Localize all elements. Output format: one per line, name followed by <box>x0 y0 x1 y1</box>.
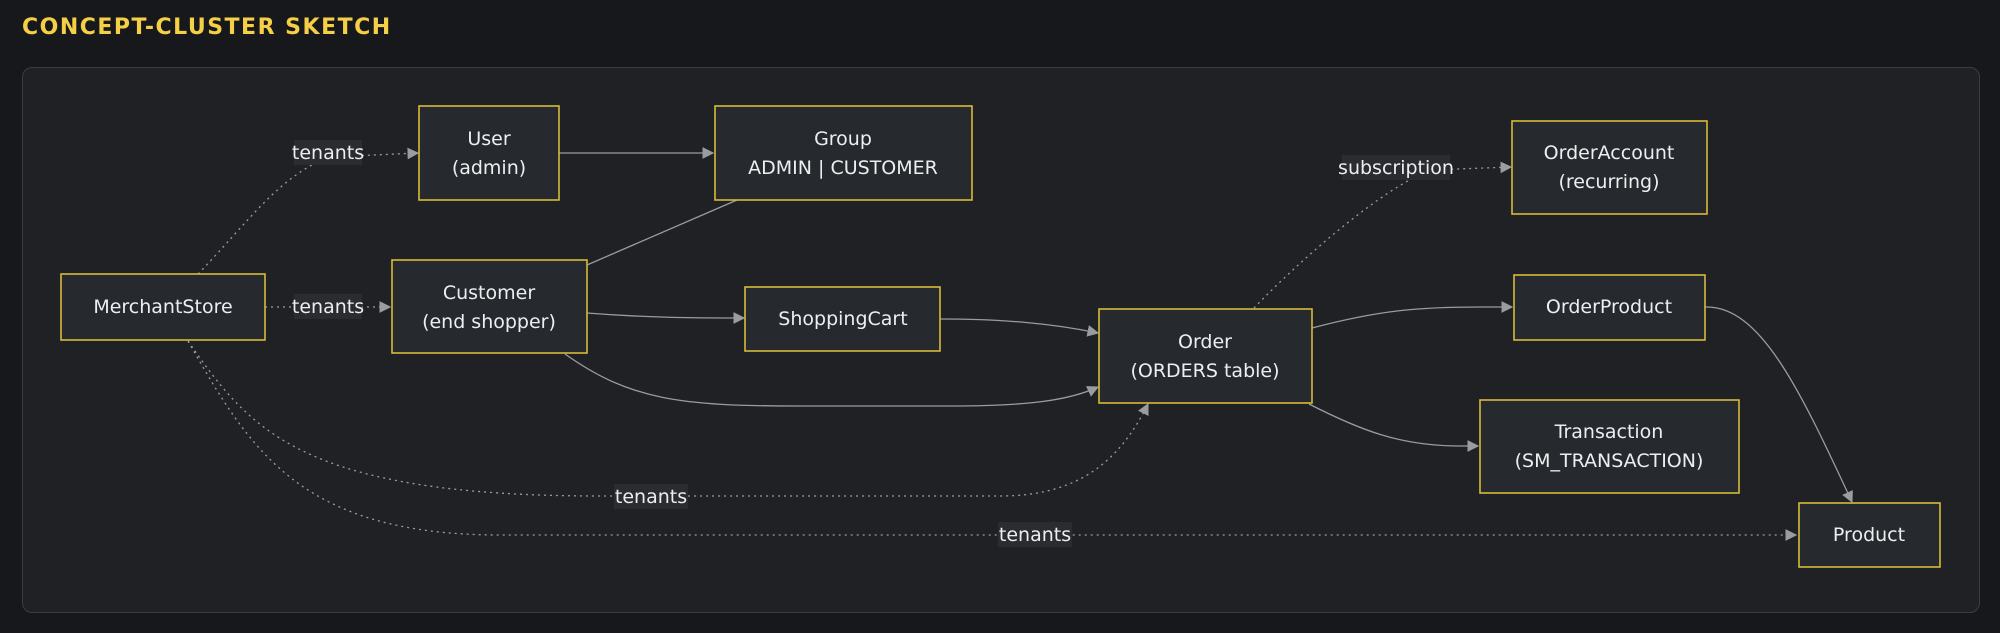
edge-merchantstore-user <box>197 147 420 275</box>
edge-customer-order <box>564 353 1100 407</box>
node-order[interactable]: Order (ORDERS table) <box>1098 308 1313 404</box>
svg-text:OrderProduct: OrderProduct <box>1546 296 1672 318</box>
svg-text:(recurring): (recurring) <box>1558 171 1659 193</box>
edge-shoppingcart-order <box>939 318 1100 337</box>
node-customer[interactable]: Customer (end shopper) <box>391 259 588 354</box>
node-product[interactable]: Product <box>1798 502 1941 568</box>
svg-text:ADMIN | CUSTOMER: ADMIN | CUSTOMER <box>748 157 938 179</box>
svg-text:subscription: subscription <box>1338 157 1454 179</box>
edge-order-orderproduct <box>1311 301 1514 329</box>
edge-label-subscription: subscription <box>1338 155 1454 180</box>
node-orderaccount[interactable]: OrderAccount (recurring) <box>1511 120 1708 215</box>
edge-customer-group <box>586 199 738 266</box>
node-orderproduct[interactable]: OrderProduct <box>1513 274 1706 341</box>
edge-order-orderaccount <box>1253 161 1513 309</box>
svg-text:OrderAccount: OrderAccount <box>1544 142 1675 164</box>
svg-text:(end shopper): (end shopper) <box>422 311 556 333</box>
svg-text:(admin): (admin) <box>452 157 526 179</box>
edge-label-tenants-customer: tenants <box>292 294 364 319</box>
svg-text:MerchantStore: MerchantStore <box>93 296 232 318</box>
svg-text:(ORDERS table): (ORDERS table) <box>1130 360 1279 382</box>
edge-label-tenants-order: tenants <box>614 484 688 509</box>
diagram-canvas: tenants tenants tenants tenants subscrip… <box>60 105 1941 568</box>
svg-text:tenants: tenants <box>292 142 364 164</box>
node-merchantstore[interactable]: MerchantStore <box>60 273 266 341</box>
svg-text:tenants: tenants <box>615 486 687 508</box>
svg-text:Transaction: Transaction <box>1554 421 1664 443</box>
edge-merchantstore-order <box>187 340 1149 497</box>
svg-text:tenants: tenants <box>999 524 1071 546</box>
edge-customer-shoppingcart <box>586 312 746 324</box>
svg-text:User: User <box>467 128 510 150</box>
node-shoppingcart[interactable]: ShoppingCart <box>744 286 941 352</box>
edge-order-transaction <box>1308 403 1480 452</box>
svg-text:Customer: Customer <box>443 282 535 304</box>
node-transaction[interactable]: Transaction (SM_TRANSACTION) <box>1479 399 1740 494</box>
edge-label-tenants-user: tenants <box>292 140 364 165</box>
edge-label-tenants-product: tenants <box>998 522 1072 547</box>
svg-text:tenants: tenants <box>292 296 364 318</box>
node-user[interactable]: User (admin) <box>418 105 560 201</box>
svg-text:Group: Group <box>814 128 872 150</box>
svg-text:ShoppingCart: ShoppingCart <box>778 308 907 330</box>
svg-text:Product: Product <box>1833 524 1905 546</box>
svg-text:(SM_TRANSACTION): (SM_TRANSACTION) <box>1515 450 1704 472</box>
node-group[interactable]: Group ADMIN | CUSTOMER <box>714 105 973 201</box>
svg-text:Order: Order <box>1178 331 1232 353</box>
